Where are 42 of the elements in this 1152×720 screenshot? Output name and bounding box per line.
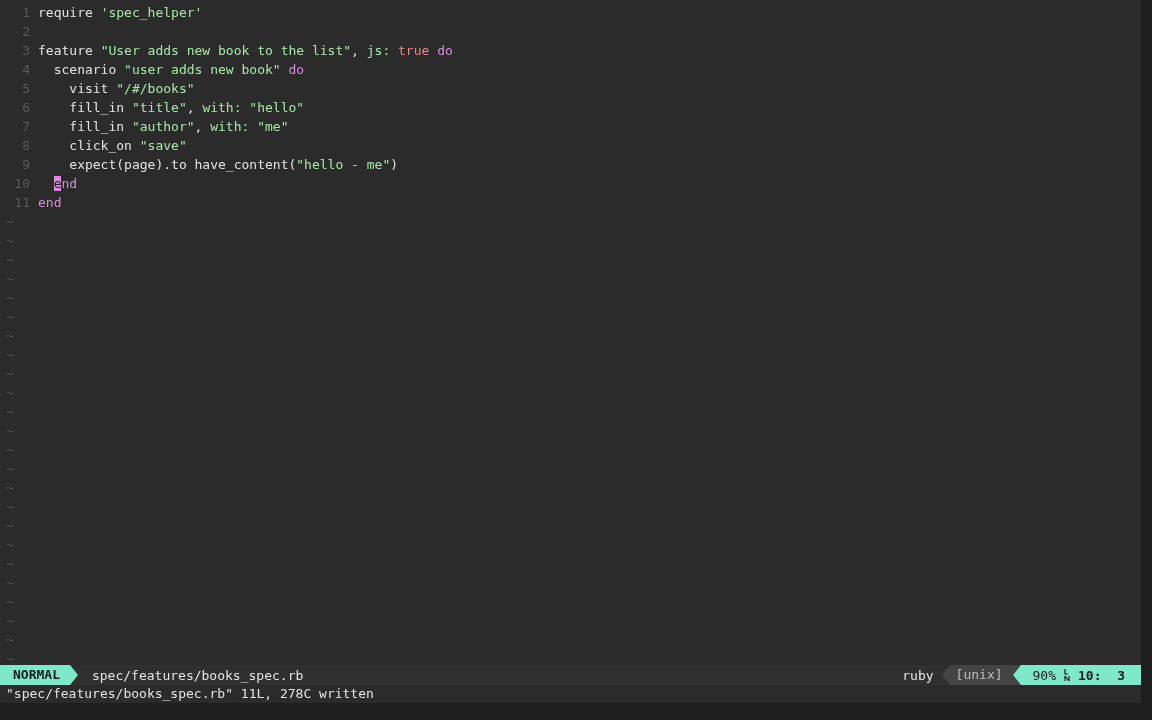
empty-line-marker: ~ bbox=[5, 536, 15, 554]
empty-line-marker: ~ bbox=[5, 612, 15, 630]
code-line: require 'spec_helper' bbox=[38, 4, 203, 22]
empty-line-marker: ~ bbox=[5, 251, 15, 269]
line-number-icon bbox=[1064, 669, 1071, 681]
code-line: feature "User adds new book to the list", js: true do bbox=[38, 42, 453, 60]
empty-line-marker: ~ bbox=[5, 232, 15, 250]
empty-line-marker: ~ bbox=[5, 403, 15, 421]
scroll-percent: 90% bbox=[1032, 667, 1057, 683]
code-line: visit "/#/books" bbox=[69, 80, 195, 98]
empty-line-marker: ~ bbox=[5, 460, 15, 478]
empty-line-marker: ~ bbox=[5, 384, 15, 402]
empty-line-marker: ~ bbox=[5, 555, 15, 573]
empty-line-marker: ~ bbox=[5, 574, 15, 592]
code-line: expect(page).to have_content("hello - me") bbox=[69, 156, 399, 174]
empty-line-marker: ~ bbox=[5, 593, 15, 611]
cursor-position: 10: 3 bbox=[1078, 667, 1125, 683]
separator-arrow-icon bbox=[941, 665, 950, 685]
code-line: fill_in "author", with: "me" bbox=[69, 118, 289, 136]
empty-line-marker: ~ bbox=[5, 270, 15, 288]
empty-line-marker: ~ bbox=[5, 327, 15, 345]
code-line: click_on "save" bbox=[69, 137, 187, 155]
separator-arrow-icon bbox=[69, 665, 78, 685]
empty-line-marker: ~ bbox=[5, 213, 15, 231]
empty-line-marker: ~ bbox=[5, 441, 15, 459]
empty-line-marker: ~ bbox=[5, 308, 15, 326]
empty-line-marker: ~ bbox=[5, 346, 15, 364]
filetype: ruby bbox=[902, 667, 934, 683]
empty-line-marker: ~ bbox=[5, 422, 15, 440]
code-line: fill_in "title", with: "hello" bbox=[69, 99, 305, 117]
code-line: end bbox=[38, 194, 62, 212]
empty-line-marker: ~ bbox=[5, 517, 15, 535]
code-line: scenario "user adds new book" do bbox=[53, 61, 305, 79]
empty-line-marker: ~ bbox=[5, 631, 15, 649]
empty-line-marker: ~ bbox=[5, 289, 15, 307]
empty-line-marker: ~ bbox=[5, 650, 15, 665]
command-message: "spec/features/books_spec.rb" 11L, 278C written bbox=[0, 685, 1141, 703]
code-line: end bbox=[53, 175, 78, 193]
empty-line-marker: ~ bbox=[5, 365, 15, 383]
file-path: spec/features/books_spec.rb bbox=[91, 667, 304, 683]
empty-line-marker: ~ bbox=[5, 498, 15, 516]
empty-line-marker: ~ bbox=[5, 479, 15, 497]
